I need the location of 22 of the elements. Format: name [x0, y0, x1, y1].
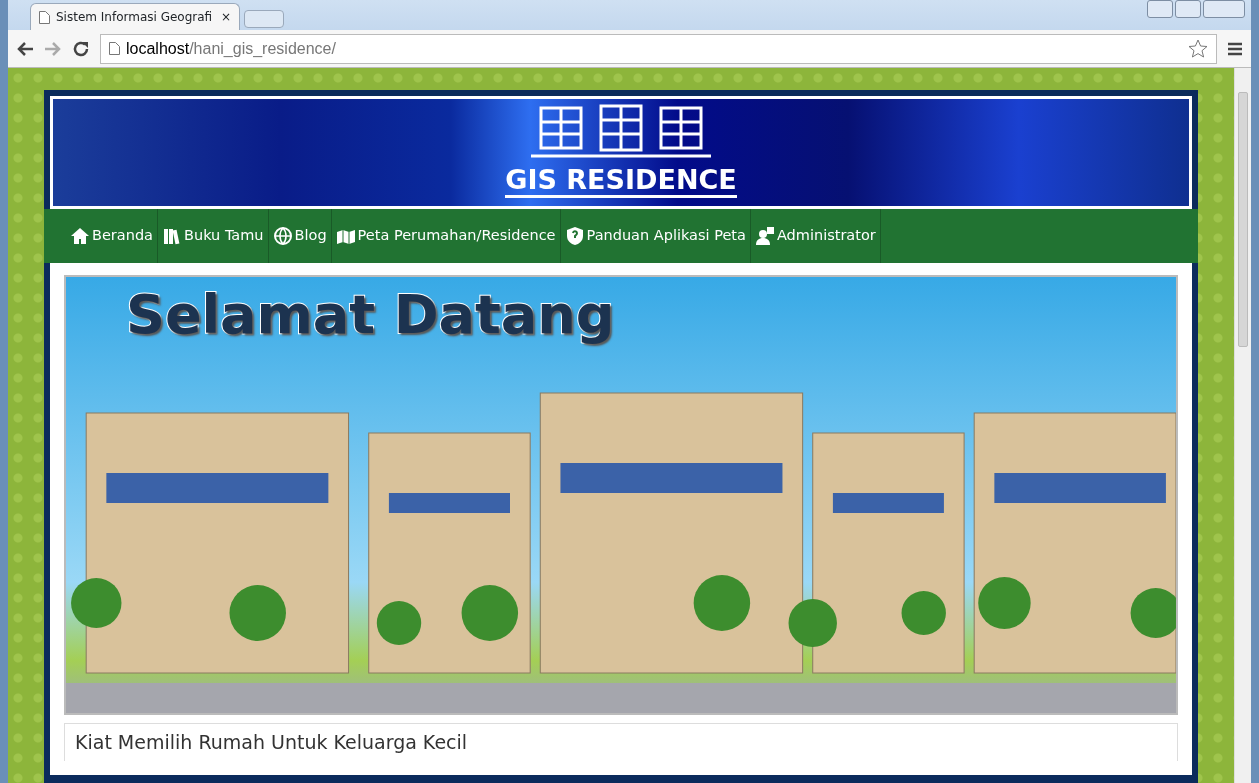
minimize-button[interactable]	[1147, 0, 1173, 18]
article-title: Kiat Memilih Rumah Untuk Keluarga Kecil	[64, 723, 1178, 761]
new-tab-button[interactable]	[244, 10, 284, 28]
user-icon	[754, 226, 775, 246]
forward-icon[interactable]	[44, 40, 62, 57]
address-bar[interactable]: localhost/hani_gis_residence/	[100, 33, 1217, 64]
tab-title: Sistem Informasi Geografi	[56, 9, 213, 26]
browser-tab[interactable]: Sistem Informasi Geografi ×	[30, 3, 240, 30]
close-tab-button[interactable]: ×	[220, 8, 231, 26]
maximize-button[interactable]	[1175, 0, 1201, 18]
reload-icon[interactable]	[72, 39, 90, 58]
books-icon	[162, 226, 182, 246]
shield-icon	[564, 226, 585, 246]
page-icon	[39, 10, 50, 24]
scrollbar-thumb[interactable]	[1238, 92, 1248, 347]
close-window-button[interactable]	[1203, 0, 1245, 18]
home-icon	[70, 226, 90, 246]
site-title: GIS RESIDENCE	[505, 166, 737, 198]
welcome-heading: Selamat Datang	[126, 285, 615, 345]
globe-icon	[272, 226, 293, 246]
back-icon[interactable]	[16, 40, 34, 57]
menu-icon[interactable]	[1227, 41, 1243, 56]
